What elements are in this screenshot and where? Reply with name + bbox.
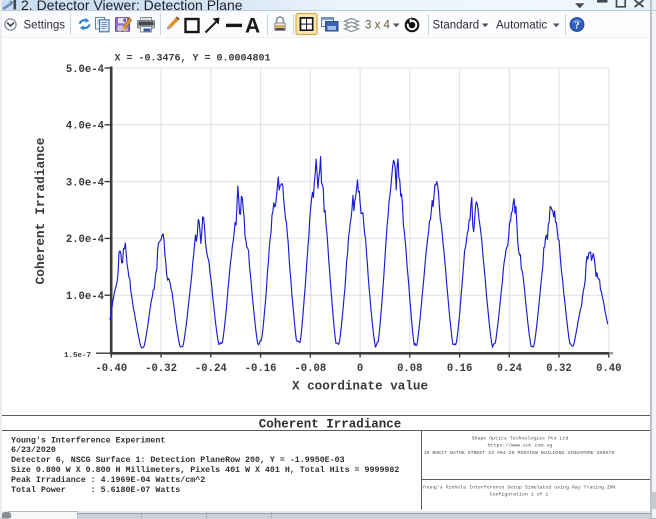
svg-text:Young's Pinhole Interference S: Young's Pinhole Interference Setup Simul… xyxy=(422,484,616,490)
svg-text:1.5e-7: 1.5e-7 xyxy=(64,352,91,360)
svg-text:-0.40: -0.40 xyxy=(95,363,127,375)
svg-text:0.32: 0.32 xyxy=(546,363,571,375)
svg-text:5.0e-4: 5.0e-4 xyxy=(66,64,105,76)
svg-text:1.0e-4: 1.0e-4 xyxy=(66,291,105,303)
svg-text:0: 0 xyxy=(357,363,363,375)
svg-text:-0.16: -0.16 xyxy=(245,363,277,375)
svg-text:Young's Interference Experimen: Young's Interference Experiment xyxy=(11,435,165,445)
svg-text:Total Power : 5.6180E-07 W: Total Power : 5.6180E-07 Watts xyxy=(11,485,180,495)
svg-text:10 BUKIT BATOK STREET 23 #04-2: 10 BUKIT BATOK STREET 23 #04-29 MIDVIEW … xyxy=(424,450,615,456)
svg-text:6/23/2020: 6/23/2020 xyxy=(11,445,56,455)
svg-text:Peak Irradiance : 4.1969E-04 W: Peak Irradiance : 4.1969E-04 Watts/cm^2 xyxy=(11,475,205,485)
svg-text:Coherent Irradiance: Coherent Irradiance xyxy=(259,418,402,432)
svg-text:-0.24: -0.24 xyxy=(195,363,227,375)
svg-text:-0.32: -0.32 xyxy=(145,363,177,375)
svg-text:0.40: 0.40 xyxy=(596,363,621,375)
svg-text:Size 0.800 W X 0.800 H Millime: Size 0.800 W X 0.800 H Millimeters, Pixe… xyxy=(11,465,399,475)
svg-text:0.16: 0.16 xyxy=(447,363,472,375)
svg-text:4.0e-4: 4.0e-4 xyxy=(66,121,105,133)
svg-text:0.24: 0.24 xyxy=(497,363,523,375)
svg-text:-0.08: -0.08 xyxy=(294,363,326,375)
svg-text:https://www.sot.com.sg: https://www.sot.com.sg xyxy=(488,443,553,449)
svg-text:2.0e-4: 2.0e-4 xyxy=(66,234,105,246)
svg-text:3.0e-4: 3.0e-4 xyxy=(66,177,105,189)
svg-text:Configuration 1 of 1: Configuration 1 of 1 xyxy=(490,492,549,498)
svg-text:X coordinate value: X coordinate value xyxy=(292,380,428,394)
svg-text:Coherent Irradiance: Coherent Irradiance xyxy=(33,137,48,284)
svg-text:0.08: 0.08 xyxy=(397,363,422,375)
svg-text:Shape Optics Technologies Pte: Shape Optics Technologies Pte Ltd xyxy=(472,435,569,441)
svg-text:X = -0.3476, Y = 0.0004801: X = -0.3476, Y = 0.0004801 xyxy=(115,54,271,65)
svg-text:Detector 6, NSCG Surface 1: De: Detector 6, NSCG Surface 1: Detection Pl… xyxy=(11,455,345,465)
